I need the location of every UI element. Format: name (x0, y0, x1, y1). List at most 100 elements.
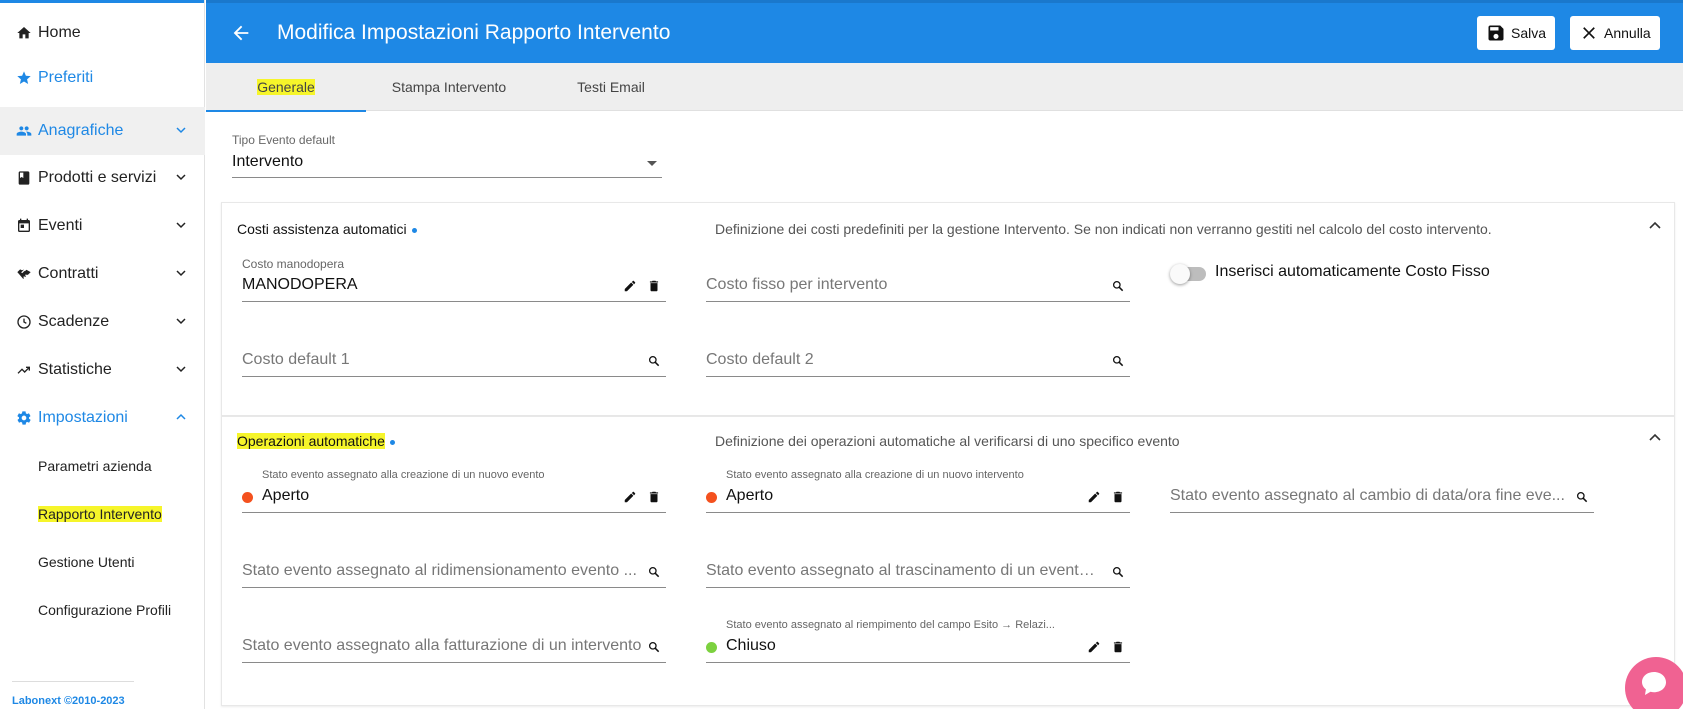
app-root: Home Preferiti Anagrafiche Prodotti e se… (0, 0, 1683, 709)
stato-nuovo-intervento-value: Aperto (726, 487, 774, 504)
edit-icon[interactable] (1087, 640, 1101, 654)
sidebar-item-label: Eventi (38, 217, 83, 234)
sidebar: Home Preferiti Anagrafiche Prodotti e se… (0, 0, 205, 709)
field-underline (706, 376, 1130, 377)
card-title-text: Costi assistenza automatici (237, 221, 407, 237)
edit-icon[interactable] (1087, 490, 1101, 504)
clock-icon (16, 314, 32, 330)
arrow-back-icon[interactable] (230, 22, 252, 44)
field-underline (232, 177, 662, 178)
search-icon[interactable] (647, 640, 661, 654)
sidebar-item-home[interactable]: Home (0, 9, 205, 57)
delete-icon[interactable] (1111, 490, 1125, 504)
search-icon[interactable] (647, 354, 661, 368)
sidebar-subitem-parametri-azienda[interactable]: Parametri azienda (0, 442, 205, 490)
page-title: Modifica Impostazioni Rapporto Intervent… (277, 21, 671, 44)
costo-fisso-input[interactable]: Costo fisso per intervento (706, 276, 1096, 294)
sidebar-item-anagrafiche[interactable]: Anagrafiche (0, 107, 205, 155)
close-icon (1583, 27, 1595, 39)
manodopera-value: MANODOPERA (242, 276, 358, 293)
search-icon[interactable] (1111, 279, 1125, 293)
field-underline (242, 662, 666, 663)
tab-label: Testi Email (577, 79, 645, 95)
sidebar-subitem-label: Rapporto Intervento (38, 506, 162, 522)
field-underline (242, 587, 666, 588)
manodopera-input[interactable] (242, 301, 666, 302)
chevron-down-icon (176, 174, 186, 181)
save-button[interactable]: Salva (1477, 16, 1556, 50)
card-description: Definizione dei operazioni automatiche a… (715, 433, 1180, 449)
sidebar-item-label: Statistiche (38, 361, 112, 378)
tab-label: Stampa Intervento (391, 79, 507, 95)
sidebar-subitem-label: Configurazione Profili (38, 602, 172, 618)
sidebar-item-contratti[interactable]: Contratti (0, 250, 205, 298)
chevron-down-icon (176, 366, 186, 373)
tipo-evento-value: Intervento (232, 153, 304, 170)
status-dot (706, 492, 717, 503)
card-description: Definizione dei costi predefiniti per la… (715, 221, 1492, 237)
sidebar-item-label: Prodotti e servizi (38, 169, 157, 186)
search-icon[interactable] (1575, 490, 1589, 504)
tipo-evento-label: Tipo Evento default (232, 133, 335, 147)
sidebar-item-preferiti[interactable]: Preferiti (0, 54, 205, 102)
trending-up-icon (16, 362, 32, 378)
field-underline (706, 587, 1130, 588)
stato-ridimensionamento-input[interactable]: Stato evento assegnato al ridimensioname… (242, 562, 637, 580)
costo-fisso-toggle[interactable] (1170, 264, 1206, 284)
search-icon[interactable] (1111, 354, 1125, 368)
save-button-label: Salva (1511, 25, 1547, 41)
sidebar-item-impostazioni[interactable]: Impostazioni (0, 394, 205, 442)
chevron-down-icon (176, 127, 186, 134)
cancel-button[interactable]: Annulla (1570, 16, 1660, 50)
sidebar-item-prodotti[interactable]: Prodotti e servizi (0, 154, 205, 202)
chat-icon (1642, 672, 1666, 695)
sidebar-item-eventi[interactable]: Eventi (0, 202, 205, 250)
copyright-footer: Labonext ©2010-2023 (12, 695, 125, 707)
stato-trascinamento-input[interactable]: Stato evento assegnato al trascinamento … (706, 562, 1101, 580)
status-dot (706, 642, 717, 653)
costi-assistenza-card: Costi assistenza automatici Definizione … (221, 202, 1675, 416)
sidebar-subitem-label: Gestione Utenti (38, 554, 135, 570)
delete-icon[interactable] (1111, 640, 1125, 654)
costo-default-2-input[interactable]: Costo default 2 (706, 351, 1096, 369)
costo-default-1-input[interactable]: Costo default 1 (242, 351, 632, 369)
tab-bar: Generale Stampa Intervento Testi Email (206, 63, 1683, 112)
top-app-bar: Modifica Impostazioni Rapporto Intervent… (206, 0, 1683, 63)
tab-label: Generale (257, 79, 315, 95)
chevron-up-icon[interactable] (1648, 219, 1662, 233)
gear-icon (16, 410, 32, 426)
stato-esito-label: Stato evento assegnato al riempimento de… (726, 619, 1055, 631)
calendar-icon (16, 218, 32, 234)
tab-testi-email[interactable]: Testi Email (532, 63, 690, 111)
sidebar-subitem-configurazione-profili[interactable]: Configurazione Profili (0, 586, 205, 634)
stato-nuovo-intervento-label: Stato evento assegnato alla creazione di… (726, 469, 1024, 481)
sidebar-item-label: Contratti (38, 265, 99, 282)
stato-nuovo-evento-value: Aperto (262, 487, 310, 504)
book-icon (16, 170, 32, 186)
delete-icon[interactable] (647, 490, 661, 504)
search-icon[interactable] (1111, 565, 1125, 579)
sidebar-item-scadenze[interactable]: Scadenze (0, 298, 205, 346)
stato-cambio-data-input[interactable]: Stato evento assegnato al cambio di data… (1170, 487, 1565, 505)
tab-stampa-intervento[interactable]: Stampa Intervento (366, 63, 532, 111)
edit-icon[interactable] (623, 279, 637, 293)
chat-button[interactable] (1625, 657, 1683, 709)
people-icon (16, 123, 32, 139)
sidebar-item-statistiche[interactable]: Statistiche (0, 346, 205, 394)
chevron-down-icon (176, 222, 186, 229)
edit-icon[interactable] (623, 490, 637, 504)
chevron-up-icon[interactable] (1648, 431, 1662, 445)
stato-esito-input[interactable] (706, 662, 1130, 663)
stato-fatturazione-input[interactable]: Stato evento assegnato alla fatturazione… (242, 637, 642, 655)
sidebar-subitem-gestione-utenti[interactable]: Gestione Utenti (0, 538, 205, 586)
stato-nuovo-evento-input[interactable] (242, 512, 666, 513)
tab-generale[interactable]: Generale (206, 63, 366, 112)
card-title: Costi assistenza automatici (237, 221, 417, 237)
home-icon (16, 25, 32, 41)
sidebar-item-label: Anagrafiche (38, 122, 124, 139)
star-icon (16, 70, 32, 86)
delete-icon[interactable] (647, 279, 661, 293)
stato-nuovo-intervento-input[interactable] (706, 512, 1130, 513)
sidebar-subitem-rapporto-intervento[interactable]: Rapporto Intervento (0, 490, 205, 538)
search-icon[interactable] (647, 565, 661, 579)
